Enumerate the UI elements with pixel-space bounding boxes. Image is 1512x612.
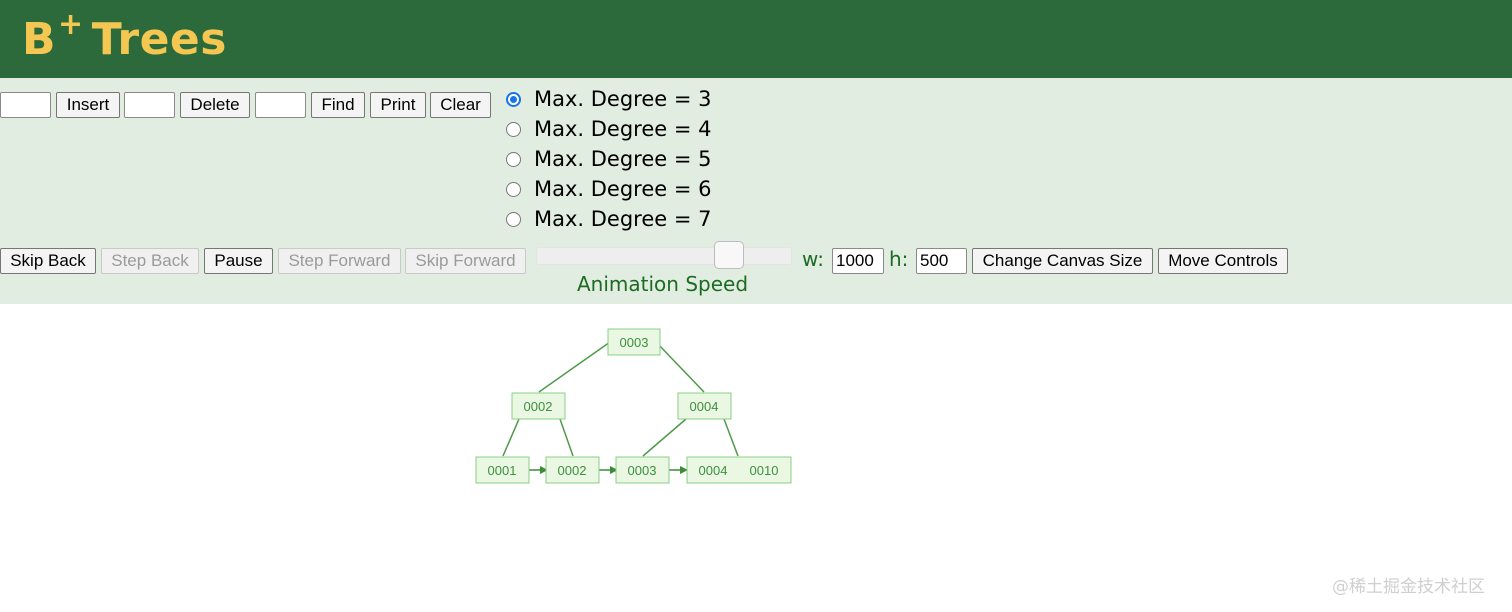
title-main: B [22, 14, 57, 65]
tree-canvas: 0003 0002 0004 0001 0002 0003 0004 0010 [475, 328, 792, 484]
animation-speed-slider[interactable] [536, 247, 792, 265]
canvas-height-input[interactable] [916, 248, 967, 274]
degree-option-6[interactable]: Max. Degree = 6 [506, 176, 712, 202]
print-button[interactable]: Print [370, 92, 426, 118]
title-superscript: + [58, 7, 84, 42]
app-header: B+ Trees [0, 0, 1512, 78]
degree-option-label: Max. Degree = 3 [534, 87, 712, 111]
tree-edge [655, 341, 705, 393]
radio-icon[interactable] [506, 151, 521, 167]
tree-edge [538, 341, 611, 393]
find-input[interactable] [255, 92, 306, 118]
delete-input[interactable] [124, 92, 175, 118]
title-rest: Trees [91, 14, 227, 65]
tree-edge [723, 418, 739, 457]
delete-button[interactable]: Delete [180, 92, 250, 118]
degree-option-3[interactable]: Max. Degree = 3 [506, 86, 712, 112]
radio-icon[interactable] [506, 121, 521, 137]
tree-node-key: 0001 [488, 463, 517, 478]
step-forward-button[interactable]: Step Forward [278, 248, 401, 274]
canvas-width-input[interactable] [832, 248, 884, 274]
degree-option-5[interactable]: Max. Degree = 5 [506, 146, 712, 172]
degree-option-label: Max. Degree = 4 [534, 117, 712, 141]
height-label: h: [889, 247, 909, 271]
radio-icon[interactable] [506, 91, 521, 107]
move-controls-button[interactable]: Move Controls [1158, 248, 1288, 274]
tree-node-key: 0004 [699, 463, 728, 478]
clear-button[interactable]: Clear [430, 92, 491, 118]
degree-option-label: Max. Degree = 5 [534, 147, 712, 171]
find-button[interactable]: Find [311, 92, 365, 118]
radio-icon[interactable] [506, 211, 521, 227]
tree-node-key: 0003 [628, 463, 657, 478]
tree-edge [642, 418, 687, 457]
change-canvas-size-button[interactable]: Change Canvas Size [972, 248, 1153, 274]
animation-speed-label: Animation Speed [577, 272, 749, 296]
tree-node-key: 0002 [558, 463, 587, 478]
tree-node-key: 0002 [524, 399, 553, 414]
skip-forward-button[interactable]: Skip Forward [405, 248, 526, 274]
degree-option-label: Max. Degree = 7 [534, 207, 712, 231]
skip-back-button[interactable]: Skip Back [0, 248, 96, 274]
degree-option-label: Max. Degree = 6 [534, 177, 712, 201]
watermark: @稀土掘金技术社区 [1332, 577, 1485, 597]
step-back-button[interactable]: Step Back [101, 248, 199, 274]
pause-button[interactable]: Pause [204, 248, 273, 274]
tree-node-key: 0010 [750, 463, 779, 478]
degree-option-4[interactable]: Max. Degree = 4 [506, 116, 712, 142]
tree-edge [502, 418, 520, 457]
width-label: w: [802, 247, 825, 271]
tree-node-key: 0004 [690, 399, 719, 414]
insert-input[interactable] [0, 92, 51, 118]
slider-thumb[interactable] [714, 241, 744, 269]
radio-icon[interactable] [506, 181, 521, 197]
tree-node-key: 0003 [620, 335, 649, 350]
insert-button[interactable]: Insert [56, 92, 120, 118]
degree-option-7[interactable]: Max. Degree = 7 [506, 206, 712, 232]
tree-edge [559, 418, 574, 457]
page-title: B+ Trees [22, 7, 227, 65]
